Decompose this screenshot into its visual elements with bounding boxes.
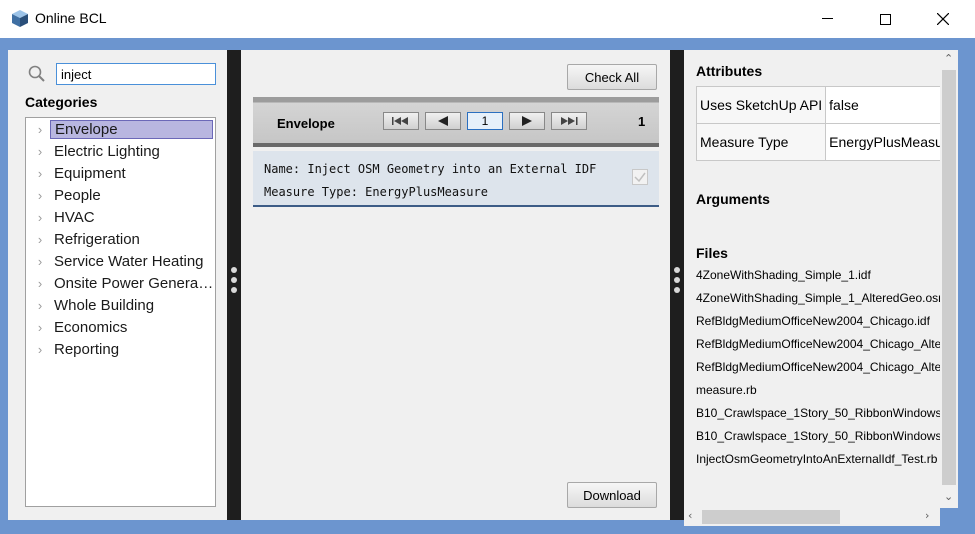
- scroll-up-icon[interactable]: ⌃: [944, 52, 953, 65]
- first-page-icon: [392, 117, 408, 125]
- close-button[interactable]: [920, 0, 966, 38]
- current-page-field[interactable]: 1: [467, 112, 503, 130]
- minimize-button[interactable]: [804, 0, 850, 38]
- category-label: Service Water Heating: [54, 252, 204, 270]
- category-item[interactable]: › Economics: [26, 316, 215, 338]
- search-icon: [28, 65, 45, 82]
- category-item[interactable]: › HVAC: [26, 206, 215, 228]
- file-item[interactable]: B10_Crawlspace_1Story_50_RibbonWindows.i…: [696, 406, 940, 420]
- maximize-icon: [879, 13, 891, 25]
- expand-chevron-icon[interactable]: ›: [26, 320, 54, 335]
- maximize-button[interactable]: [862, 0, 908, 38]
- scroll-right-icon[interactable]: ›: [925, 509, 929, 522]
- title-bar: Online BCL: [0, 0, 975, 38]
- categories-panel: Categories ›Envelope›Electric Lighting›E…: [8, 50, 227, 520]
- scroll-left-icon[interactable]: ‹: [688, 509, 692, 522]
- splitter-left[interactable]: [227, 50, 241, 520]
- category-item[interactable]: › Reporting: [26, 338, 215, 360]
- drag-handle-icon[interactable]: [231, 267, 237, 297]
- last-page-button[interactable]: [551, 112, 587, 130]
- close-icon: [937, 13, 949, 25]
- file-item[interactable]: B10_Crawlspace_1Story_50_RibbonWindows.o…: [696, 429, 940, 443]
- pager-category-title: Envelope: [277, 116, 335, 131]
- category-item[interactable]: › Equipment: [26, 162, 215, 184]
- result-measure-type: Measure Type: EnergyPlusMeasure: [264, 185, 488, 199]
- category-tree[interactable]: › Envelope › Electric Lighting › Equipment › Pe…: [25, 117, 216, 507]
- category-label: People: [54, 186, 101, 204]
- expand-chevron-icon[interactable]: ›: [26, 254, 54, 269]
- attributes-heading: Attributes: [696, 63, 763, 79]
- download-button[interactable]: Download: [567, 482, 657, 508]
- details-panel: Attributes Uses SketchUp API false Measu…: [684, 50, 940, 508]
- file-item[interactable]: measure.rb: [696, 383, 757, 397]
- file-item[interactable]: 4ZoneWithShading_Simple_1_AlteredGeo.osm: [696, 291, 940, 305]
- expand-chevron-icon[interactable]: ›: [26, 166, 54, 181]
- category-item[interactable]: › Refrigeration: [26, 228, 215, 250]
- drag-handle-icon[interactable]: [674, 267, 680, 297]
- previous-page-button[interactable]: [425, 112, 461, 130]
- expand-chevron-icon[interactable]: ›: [26, 342, 54, 357]
- result-name: Name: Inject OSM Geometry into an Extern…: [264, 162, 597, 176]
- table-row: Uses SketchUp API false: [695, 86, 940, 124]
- result-item[interactable]: Name: Inject OSM Geometry into an Extern…: [253, 151, 659, 207]
- search-input[interactable]: [56, 63, 216, 85]
- expand-chevron-icon[interactable]: ›: [26, 144, 54, 159]
- category-label: Refrigeration: [54, 230, 140, 248]
- category-label: HVAC: [54, 208, 95, 226]
- results-panel: Check All Envelope 1 1 Name: Inject OSM …: [241, 50, 670, 520]
- category-item[interactable]: › Envelope: [26, 118, 215, 140]
- category-label: Envelope: [50, 119, 213, 139]
- file-item[interactable]: InjectOsmGeometryIntoAnExternalIdf_Test.…: [696, 452, 937, 466]
- attributes-table: Uses SketchUp API false Measure Type Ene…: [695, 86, 940, 161]
- next-page-icon: [522, 116, 532, 126]
- file-item[interactable]: RefBldgMediumOfficeNew2004_Chicago_Alter…: [696, 360, 940, 374]
- horizontal-scrollbar[interactable]: ‹ ›: [684, 508, 940, 526]
- category-label: Economics: [54, 318, 128, 336]
- categories-heading: Categories: [25, 94, 98, 110]
- window-frame: Categories ›Envelope›Electric Lighting›E…: [0, 38, 975, 534]
- category-item[interactable]: › Service Water Heating: [26, 250, 215, 272]
- file-item[interactable]: RefBldgMediumOfficeNew2004_Chicago.idf: [696, 314, 930, 328]
- table-row: Measure Type EnergyPlusMeasure: [695, 123, 940, 161]
- attribute-key: Measure Type: [695, 123, 827, 161]
- category-label: Equipment: [54, 164, 126, 182]
- first-page-button[interactable]: [383, 112, 419, 130]
- expand-chevron-icon[interactable]: ›: [26, 210, 54, 225]
- total-pages: 1: [638, 114, 646, 129]
- category-item[interactable]: › Electric Lighting: [26, 140, 215, 162]
- splitter-right[interactable]: [670, 50, 684, 520]
- last-page-icon: [561, 117, 578, 125]
- expand-chevron-icon[interactable]: ›: [26, 276, 54, 291]
- app-cube-icon: [12, 10, 28, 27]
- category-item[interactable]: › Onsite Power Generati...: [26, 272, 215, 294]
- arguments-heading: Arguments: [696, 191, 770, 207]
- check-all-button[interactable]: Check All: [567, 64, 657, 90]
- attribute-key: Uses SketchUp API: [695, 86, 827, 124]
- category-label: Electric Lighting: [54, 142, 160, 160]
- file-item[interactable]: RefBldgMediumOfficeNew2004_Chicago_Alter…: [696, 337, 940, 351]
- files-heading: Files: [696, 245, 728, 261]
- horizontal-scroll-thumb[interactable]: [702, 510, 840, 524]
- minimize-icon: [821, 18, 833, 19]
- category-label: Onsite Power Generati...: [54, 274, 215, 292]
- vertical-scroll-thumb[interactable]: [942, 70, 956, 485]
- vertical-scrollbar[interactable]: ⌃ ⌄: [940, 50, 958, 508]
- expand-chevron-icon[interactable]: ›: [26, 298, 54, 313]
- next-page-button[interactable]: [509, 112, 545, 130]
- category-item[interactable]: › Whole Building: [26, 294, 215, 316]
- expand-chevron-icon[interactable]: ›: [26, 188, 54, 203]
- attribute-value: EnergyPlusMeasure: [825, 123, 940, 161]
- category-item[interactable]: › People: [26, 184, 215, 206]
- result-checkbox[interactable]: [632, 169, 648, 185]
- expand-chevron-icon[interactable]: ›: [26, 232, 54, 247]
- category-label: Whole Building: [54, 296, 155, 314]
- results-pager: Envelope 1 1: [253, 97, 659, 147]
- window-title: Online BCL: [35, 10, 107, 26]
- scroll-down-icon[interactable]: ⌄: [944, 490, 953, 503]
- previous-page-icon: [438, 116, 448, 126]
- checkmark-icon: [634, 172, 646, 183]
- category-label: Reporting: [54, 340, 120, 358]
- file-item[interactable]: 4ZoneWithShading_Simple_1.idf: [696, 268, 871, 282]
- attribute-value: false: [825, 86, 940, 124]
